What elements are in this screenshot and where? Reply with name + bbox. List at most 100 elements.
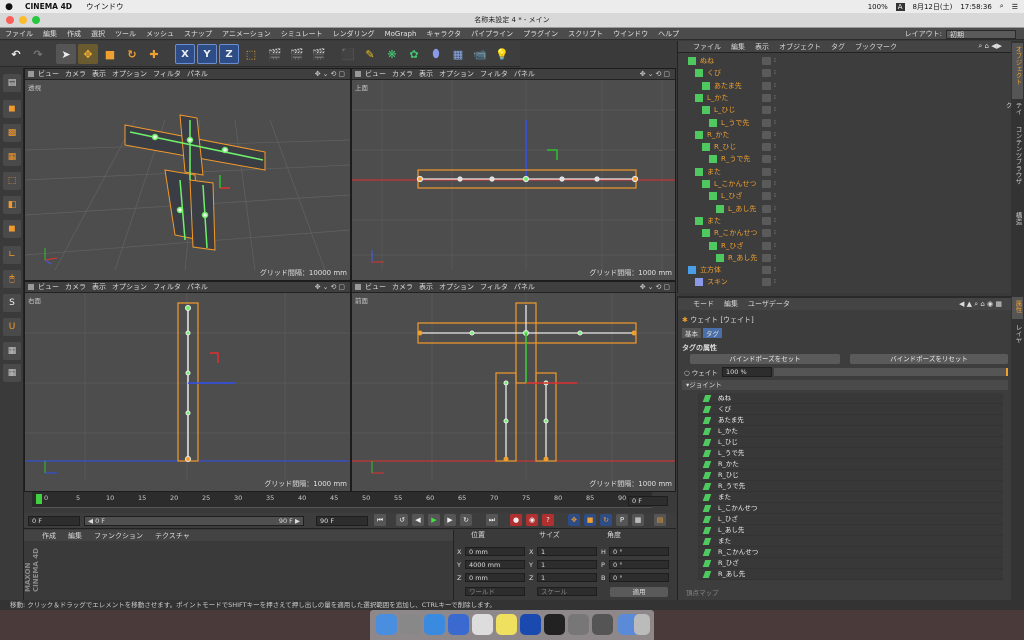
object-row[interactable]: L_ひじ ⁝: [678, 104, 1012, 116]
render-dot-icon[interactable]: ⁝: [774, 266, 780, 274]
date-display[interactable]: 8月12日(土): [913, 2, 953, 12]
key-param-icon[interactable]: P: [616, 514, 628, 526]
notes-icon[interactable]: [496, 614, 517, 635]
key-pla-icon[interactable]: ▦: [632, 514, 644, 526]
visibility-toggle[interactable]: [762, 69, 771, 78]
search-icon[interactable]: ⌕: [1000, 2, 1004, 11]
attr-menu-mode[interactable]: モード: [688, 299, 719, 309]
set-bind-pose-button[interactable]: バインドポーズをセット: [690, 354, 840, 364]
pos-y-field[interactable]: 4000 mm: [465, 560, 525, 569]
menu-pipeline[interactable]: パイプライン: [466, 29, 518, 39]
vp-menu-panel[interactable]: パネル: [187, 282, 214, 292]
finder-icon[interactable]: [376, 614, 397, 635]
tab-structure[interactable]: 構造: [1012, 209, 1023, 231]
object-name[interactable]: ぬね: [700, 55, 714, 67]
undo-icon[interactable]: ↶: [6, 44, 26, 64]
render-dot-icon[interactable]: ⁝: [774, 217, 780, 225]
render-dot-icon[interactable]: ⁝: [774, 229, 780, 237]
world-dropdown[interactable]: ワールド: [465, 587, 525, 596]
viewport-menu-icon[interactable]: [355, 71, 361, 77]
render-dot-icon[interactable]: ⁝: [774, 168, 780, 176]
visibility-toggle[interactable]: [762, 216, 771, 225]
apple-icon[interactable]: ●: [0, 2, 18, 12]
size-y-field[interactable]: 1: [537, 560, 597, 569]
render-dot-icon[interactable]: ⁝: [774, 119, 780, 127]
make-editable-icon[interactable]: ▤: [3, 74, 21, 92]
object-row[interactable]: ぬね ⁝: [678, 55, 1012, 67]
tab-content-browser[interactable]: コンテンツブラウザ: [1012, 123, 1023, 207]
floor-icon[interactable]: ▦: [448, 44, 468, 64]
object-row[interactable]: L_ひざ ⁝: [678, 190, 1012, 202]
object-name[interactable]: くび: [707, 67, 721, 79]
system-prefs-icon[interactable]: [568, 614, 589, 635]
render-dot-icon[interactable]: ⁝: [774, 192, 780, 200]
cinema4d-icon[interactable]: [544, 614, 565, 635]
kindle-icon[interactable]: [520, 614, 541, 635]
object-name[interactable]: R_こかんせつ: [714, 227, 757, 239]
viewport-top[interactable]: ビュー カメラ 表示 オプション フィルタ パネル ✥⌄⟲▢ 上面 グリッド間隔…: [351, 68, 676, 281]
x-axis-toggle[interactable]: X: [175, 44, 195, 64]
input-icon[interactable]: A: [895, 2, 905, 11]
key-scale-icon[interactable]: ■: [584, 514, 596, 526]
object-row[interactable]: また ⁝: [678, 166, 1012, 178]
goto-start-icon[interactable]: ⏮: [374, 514, 386, 526]
render-dot-icon[interactable]: ⁝: [774, 69, 780, 77]
trash-icon[interactable]: [634, 614, 650, 635]
object-name[interactable]: L_あし先: [728, 203, 756, 215]
edges-mode-icon[interactable]: ◧: [3, 196, 21, 214]
battery-level[interactable]: 100%: [868, 3, 888, 11]
menu-edit[interactable]: 編集: [38, 29, 62, 39]
object-name[interactable]: また: [707, 215, 721, 227]
magnet-icon[interactable]: U: [3, 318, 21, 336]
object-row[interactable]: あたま先 ⁝: [678, 80, 1012, 92]
window-menu[interactable]: ウインドウ: [79, 1, 131, 12]
viewport-menu-icon[interactable]: [28, 284, 34, 290]
joint-list-item[interactable]: L_ひざ: [698, 514, 1003, 525]
visibility-toggle[interactable]: [762, 180, 771, 188]
object-name[interactable]: また: [707, 166, 721, 178]
joint-list-item[interactable]: L_かた: [698, 426, 1003, 437]
vp-menu-view[interactable]: ビュー: [365, 69, 392, 79]
visibility-toggle[interactable]: [762, 253, 771, 262]
visibility-toggle[interactable]: [762, 93, 771, 102]
menu-create[interactable]: 作成: [62, 29, 86, 39]
tab-objects[interactable]: オブジェクト: [1012, 43, 1023, 99]
apply-button[interactable]: 適用: [610, 587, 668, 597]
visibility-toggle[interactable]: [762, 57, 771, 65]
visibility-toggle[interactable]: [762, 192, 771, 201]
next-frame-icon[interactable]: ▶: [444, 514, 456, 526]
tab-attributes[interactable]: 属性: [1012, 297, 1023, 319]
tab-basic[interactable]: 基本: [682, 328, 701, 338]
joint-list-item[interactable]: L_うで先: [698, 448, 1003, 459]
menu-animate[interactable]: アニメーション: [217, 29, 276, 39]
object-row[interactable]: L_うで先 ⁝: [678, 117, 1012, 129]
joint-list-item[interactable]: R_うで先: [698, 481, 1003, 492]
vp-menu-options[interactable]: オプション: [112, 69, 153, 79]
mat-menu-function[interactable]: ファンクション: [88, 531, 149, 541]
prev-key-icon[interactable]: ↺: [396, 514, 408, 526]
scale-tool-icon[interactable]: ■: [100, 44, 120, 64]
move-tool-icon[interactable]: ✥: [78, 44, 98, 64]
attr-menu-userdata[interactable]: ユーザデータ: [743, 299, 795, 309]
grid-icon[interactable]: ▦: [3, 364, 21, 382]
select-arrow-icon[interactable]: ➤: [56, 44, 76, 64]
visibility-toggle[interactable]: [762, 204, 771, 213]
object-row[interactable]: また ⁝: [678, 215, 1012, 227]
camera-icon[interactable]: 📹: [470, 44, 490, 64]
render-dot-icon[interactable]: ⁝: [774, 106, 780, 114]
object-name[interactable]: L_ひざ: [721, 190, 742, 202]
vp-menu-display[interactable]: 表示: [419, 69, 439, 79]
keyframe-selection-icon[interactable]: ?: [542, 514, 554, 526]
menu-simulate[interactable]: シミュレート: [276, 29, 328, 39]
subdivision-icon[interactable]: ❋: [382, 44, 402, 64]
object-row[interactable]: R_ひざ ⁝: [678, 240, 1012, 252]
app-icon[interactable]: [592, 614, 613, 635]
menu-plugins[interactable]: プラグイン: [518, 29, 563, 39]
texture-mode-icon[interactable]: ▩: [3, 124, 21, 142]
visibility-toggle[interactable]: [762, 81, 771, 90]
weight-field[interactable]: 100 %: [722, 367, 772, 377]
tab-takes[interactable]: テイク: [1004, 99, 1023, 121]
layout-dropdown[interactable]: 初期: [946, 29, 1016, 39]
axis-mode-icon[interactable]: ∟: [3, 246, 21, 264]
deformer-icon[interactable]: ⬮: [426, 44, 446, 64]
